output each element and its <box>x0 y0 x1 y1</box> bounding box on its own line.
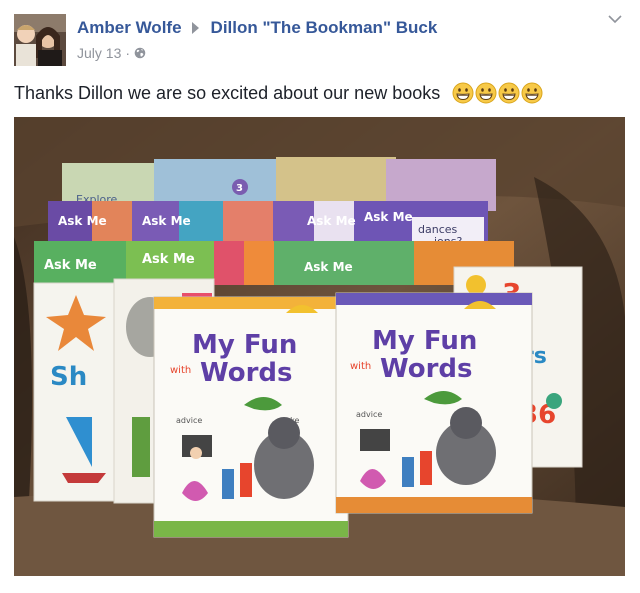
post-header-names: Amber Wolfe Dillon "The Bookman" Buck <box>77 18 437 38</box>
ask-me-label-3: Ask Me <box>307 214 356 228</box>
advice-label: advice <box>356 410 382 419</box>
post-meta: July 13 · <box>77 45 146 61</box>
book-title-line1: My Fun <box>192 330 297 360</box>
book-title-line2: Words <box>380 354 473 384</box>
arrow-right-icon <box>191 22 199 34</box>
post-photo[interactable]: Explore 3 Ask Me Ask Me Ask Me Ask Me da… <box>14 117 625 576</box>
book-title-line2: Words <box>200 358 293 388</box>
grinning-face-emoji <box>521 82 543 104</box>
author-name-link[interactable]: Amber Wolfe <box>77 18 182 38</box>
post-date-link[interactable]: July 13 <box>77 45 121 61</box>
avatar[interactable] <box>14 14 66 66</box>
my-fun-with-words-book-right: My Fun with Words snake advice <box>335 292 533 514</box>
grinning-face-emoji <box>498 82 520 104</box>
book-title-line1: My Fun <box>372 326 477 356</box>
ask-me-label-6: Ask Me <box>142 252 195 267</box>
recipient-name-link[interactable]: Dillon "The Bookman" Buck <box>211 18 438 38</box>
grinning-face-emoji <box>475 82 497 104</box>
book-title-with: with <box>170 365 191 376</box>
ask-me-purple-row: Ask Me Ask Me Ask Me Ask Me dances ions? <box>48 201 488 248</box>
post-message: Thanks Dillon we are so excited about ou… <box>14 82 441 103</box>
grinning-face-emoji <box>452 82 474 104</box>
chevron-down-icon[interactable] <box>606 12 624 26</box>
ask-me-label-4: Ask Me <box>364 210 413 224</box>
emoji-group <box>446 82 543 104</box>
post-text: Thanks Dillon we are so excited about ou… <box>14 82 543 104</box>
my-fun-with-words-book-left: My Fun with Words snake advice <box>153 296 349 538</box>
books-on-couch-photo: Explore 3 Ask Me Ask Me Ask Me Ask Me da… <box>14 117 625 576</box>
globe-icon[interactable] <box>134 47 146 59</box>
advice-label: advice <box>176 416 202 425</box>
sh-text: Sh <box>50 362 87 392</box>
ask-me-green-row: Ask Me Ask Me Ask Me <box>34 241 514 285</box>
ask-me-label-1: Ask Me <box>58 214 107 228</box>
book-title-with: with <box>350 361 371 372</box>
avatar-photo <box>14 14 66 66</box>
explore-volume-number: 3 <box>236 183 243 194</box>
ask-me-label-2: Ask Me <box>142 214 191 228</box>
facebook-post: Amber Wolfe Dillon "The Bookman" Buck Ju… <box>0 0 640 593</box>
meta-separator: · <box>125 45 131 61</box>
ask-me-label-5: Ask Me <box>44 258 97 273</box>
ask-me-label-7: Ask Me <box>304 260 353 274</box>
